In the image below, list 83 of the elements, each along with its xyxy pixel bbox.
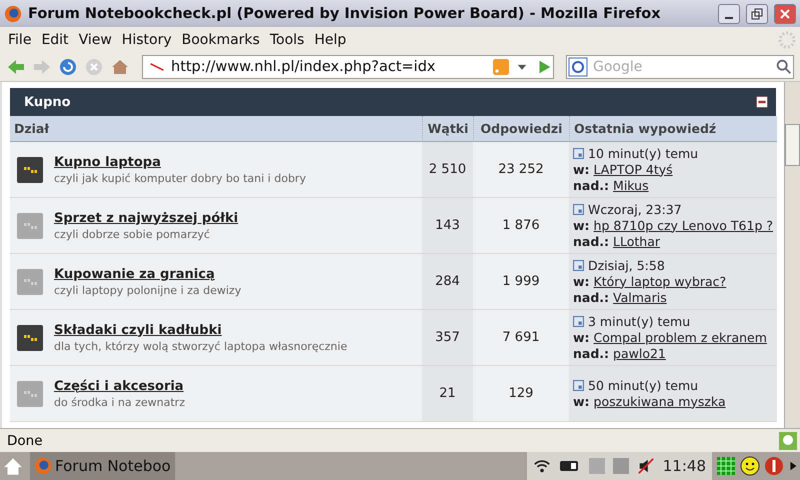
forum-description: czyli laptopy polonijne i za dewizy [54,284,242,296]
clock: 11:48 [662,457,706,475]
volume-muted-icon[interactable] [636,457,655,475]
forum-description: do środka i na zewnatrz [54,396,185,408]
by-label: nad.: [573,346,610,362]
author-link[interactable]: Mikus [613,178,649,194]
in-label: w: [573,274,590,290]
author-link[interactable]: Valmaris [613,290,667,306]
in-label: w: [573,162,590,178]
window-title: Forum Notebookcheck.pl (Powered by Invision Power Board) - Mozilla Firefox [28,6,662,22]
topic-link[interactable]: hp 8710p czy Lenovo T61p ? [594,218,774,234]
topic-count: 143 [435,218,460,233]
author-link[interactable]: pawlo21 [613,346,666,362]
post-icon[interactable] [573,380,584,391]
reply-count: 1 876 [502,218,540,233]
column-header: Dział [10,116,422,142]
search-icon[interactable] [775,58,793,76]
post-time: 50 minut(y) temu [588,378,698,394]
reply-count: 7 691 [502,330,540,345]
menu-item[interactable]: Tools [264,32,310,48]
battery-icon[interactable] [558,459,581,473]
post-time: Dzisiaj, 5:58 [588,258,665,274]
menu-item[interactable]: Edit [36,32,74,48]
post-icon[interactable] [573,316,584,327]
scrollbar[interactable] [784,82,800,428]
restore-button[interactable] [746,4,768,24]
power-icon[interactable] [764,456,784,476]
by-label: nad.: [573,178,610,194]
url-field[interactable]: http://www.nhl.pl/index.php?act=idx [142,54,554,78]
minimize-icon [725,16,733,18]
in-label: w: [573,218,590,234]
post-time: Wczoraj, 23:37 [588,202,682,218]
post-icon[interactable] [573,148,584,159]
throbber-icon [777,30,797,50]
post-icon[interactable] [573,204,584,215]
menu-item[interactable]: View [74,32,117,48]
reload-icon[interactable] [58,56,78,76]
forum-description: dla tych, którzy wolą stworzyć laptopa własnoręcznie [54,340,348,352]
in-label: w: [573,330,590,346]
close-icon [779,8,791,20]
smiley-icon[interactable] [740,456,760,476]
topic-link[interactable]: Który laptop wybrac? [594,274,726,290]
topic-count: 21 [439,386,456,401]
post-icon[interactable] [573,260,584,271]
by-label: nad.: [573,290,610,306]
collapse-icon[interactable] [756,96,768,108]
forum-link[interactable]: Sprzet z najwyższej półki [54,210,238,226]
topic-link[interactable]: poszukiwana myszka [594,394,726,410]
post-time: 3 minut(y) temu [588,314,690,330]
topic-count: 284 [435,274,460,289]
menu-item[interactable]: File [3,32,36,48]
search-field[interactable]: Google [566,54,794,78]
forum-link[interactable]: Składaki czyli kadłubki [54,322,348,338]
topic-link[interactable]: LAPTOP 4tyś [594,162,673,178]
post-time: 10 minut(y) temu [588,146,698,162]
forum-link[interactable]: Kupowanie za granicą [54,266,242,282]
menu-item[interactable]: Help [309,32,352,48]
topic-count: 357 [435,330,460,345]
topic-link[interactable]: Compal problem z ekranem [594,330,767,346]
column-header: Ostatnia wypowiedź [569,116,778,142]
forum-link[interactable]: Części i akcesoria [54,378,185,394]
restore-icon [751,8,763,20]
reply-count: 129 [508,386,534,401]
author-link[interactable]: LLothar [613,234,660,250]
in-label: w: [573,394,590,410]
forum-description: czyli jak kupić komputer dobry bo tani i dobry [54,172,306,184]
category-title: Kupno [24,94,71,110]
reply-count: 1 999 [502,274,540,289]
forum-link[interactable]: Kupno laptopa [54,154,306,170]
minimize-button[interactable] [718,4,740,24]
by-label: nad.: [573,234,610,250]
column-header: Odpowiedzi [473,116,569,142]
taskbar-button[interactable]: Forum Noteboo [30,452,175,480]
topic-count: 2 510 [428,162,466,177]
reply-count: 23 252 [498,162,544,177]
menu-item[interactable]: Bookmarks [176,32,265,48]
close-button[interactable] [774,4,796,24]
column-header: Wątki [422,116,473,142]
status-text: Done [7,432,43,448]
wifi-icon[interactable] [532,457,551,475]
forum-description: czyli dobrze sobie pomarzyć [54,228,211,240]
menu-item[interactable]: History [116,32,177,48]
google-icon [567,56,589,76]
